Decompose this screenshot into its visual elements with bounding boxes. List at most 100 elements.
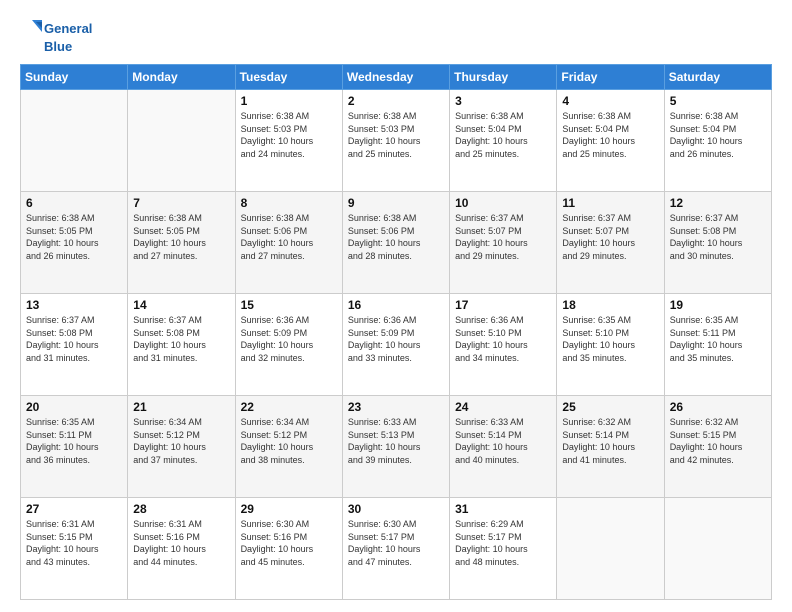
calendar-cell: 3Sunrise: 6:38 AM Sunset: 5:04 PM Daylig… bbox=[450, 90, 557, 192]
day-content: Sunrise: 6:38 AM Sunset: 5:04 PM Dayligh… bbox=[455, 110, 551, 160]
day-content: Sunrise: 6:34 AM Sunset: 5:12 PM Dayligh… bbox=[241, 416, 337, 466]
calendar-header-saturday: Saturday bbox=[664, 65, 771, 90]
logo-text-blue: Blue bbox=[20, 40, 72, 54]
calendar-cell: 27 Sunrise: 6:31 AM Sunset: 5:15 PM Dayli… bbox=[21, 498, 128, 600]
day-content: Sunrise: 6:38 AM Sunset: 5:03 PM Dayligh… bbox=[241, 110, 337, 160]
day-content: Sunrise: 6:38 AM Sunset: 5:04 PM Dayligh… bbox=[670, 110, 766, 160]
calendar-table: SundayMondayTuesdayWednesdayThursdayFrid… bbox=[20, 64, 772, 600]
calendar-cell: 8 Sunrise: 6:38 AM Sunset: 5:06 PM Daylig… bbox=[235, 192, 342, 294]
day-number: 4 bbox=[562, 94, 658, 108]
calendar-cell: 1 Sunrise: 6:38 AM Sunset: 5:03 PM Daylig… bbox=[235, 90, 342, 192]
calendar-cell: 20 Sunrise: 6:35 AM Sunset: 5:11 PM Dayli… bbox=[21, 396, 128, 498]
day-content: Sunrise: 6:37 AM Sunset: 5:07 PM Dayligh… bbox=[455, 212, 551, 262]
calendar-cell: 28 Sunrise: 6:31 AM Sunset: 5:16 PM Dayli… bbox=[128, 498, 235, 600]
day-content: Sunrise: 6:37 AM Sunset: 5:07 PM Dayligh… bbox=[562, 212, 658, 262]
calendar-cell bbox=[664, 498, 771, 600]
logo-bird-icon bbox=[20, 18, 42, 40]
calendar-header-tuesday: Tuesday bbox=[235, 65, 342, 90]
day-content: Sunrise: 6:33 AM Sunset: 5:13 PM Dayligh… bbox=[348, 416, 444, 466]
day-content: Sunrise: 6:31 AM Sunset: 5:15 PM Dayligh… bbox=[26, 518, 122, 568]
day-number: 24 bbox=[455, 400, 551, 414]
header: General Blue bbox=[20, 18, 772, 54]
day-number: 9 bbox=[348, 196, 444, 210]
day-content: Sunrise: 6:37 AM Sunset: 5:08 PM Dayligh… bbox=[26, 314, 122, 364]
calendar-cell: 15 Sunrise: 6:36 AM Sunset: 5:09 PM Dayli… bbox=[235, 294, 342, 396]
day-number: 11 bbox=[562, 196, 658, 210]
day-number: 14 bbox=[133, 298, 229, 312]
day-content: Sunrise: 6:36 AM Sunset: 5:09 PM Dayligh… bbox=[348, 314, 444, 364]
day-number: 13 bbox=[26, 298, 122, 312]
calendar-cell: 5 Sunrise: 6:38 AM Sunset: 5:04 PM Daylig… bbox=[664, 90, 771, 192]
calendar-header-friday: Friday bbox=[557, 65, 664, 90]
calendar-cell: 26 Sunrise: 6:32 AM Sunset: 5:15 PM Dayli… bbox=[664, 396, 771, 498]
calendar-cell: 25 Sunrise: 6:32 AM Sunset: 5:14 PM Dayli… bbox=[557, 396, 664, 498]
day-content: Sunrise: 6:32 AM Sunset: 5:15 PM Dayligh… bbox=[670, 416, 766, 466]
calendar-week-2: 6 Sunrise: 6:38 AM Sunset: 5:05 PM Daylig… bbox=[21, 192, 772, 294]
day-number: 25 bbox=[562, 400, 658, 414]
day-content: Sunrise: 6:32 AM Sunset: 5:14 PM Dayligh… bbox=[562, 416, 658, 466]
calendar-cell bbox=[128, 90, 235, 192]
calendar-week-5: 27 Sunrise: 6:31 AM Sunset: 5:15 PM Dayli… bbox=[21, 498, 772, 600]
day-content: Sunrise: 6:35 AM Sunset: 5:11 PM Dayligh… bbox=[26, 416, 122, 466]
day-number: 31 bbox=[455, 502, 551, 516]
calendar-cell: 31Sunrise: 6:29 AM Sunset: 5:17 PM Dayli… bbox=[450, 498, 557, 600]
calendar-week-1: 1 Sunrise: 6:38 AM Sunset: 5:03 PM Daylig… bbox=[21, 90, 772, 192]
calendar-cell bbox=[557, 498, 664, 600]
day-number: 26 bbox=[670, 400, 766, 414]
calendar-header-monday: Monday bbox=[128, 65, 235, 90]
day-number: 12 bbox=[670, 196, 766, 210]
day-number: 2 bbox=[348, 94, 444, 108]
calendar-cell: 2 Sunrise: 6:38 AM Sunset: 5:03 PM Daylig… bbox=[342, 90, 449, 192]
day-number: 30 bbox=[348, 502, 444, 516]
calendar-cell: 6 Sunrise: 6:38 AM Sunset: 5:05 PM Daylig… bbox=[21, 192, 128, 294]
day-number: 15 bbox=[241, 298, 337, 312]
calendar-week-3: 13 Sunrise: 6:37 AM Sunset: 5:08 PM Dayli… bbox=[21, 294, 772, 396]
calendar-cell: 11 Sunrise: 6:37 AM Sunset: 5:07 PM Dayli… bbox=[557, 192, 664, 294]
calendar-cell: 14Sunrise: 6:37 AM Sunset: 5:08 PM Dayli… bbox=[128, 294, 235, 396]
day-content: Sunrise: 6:36 AM Sunset: 5:10 PM Dayligh… bbox=[455, 314, 551, 364]
day-number: 5 bbox=[670, 94, 766, 108]
day-content: Sunrise: 6:30 AM Sunset: 5:16 PM Dayligh… bbox=[241, 518, 337, 568]
calendar-header-row: SundayMondayTuesdayWednesdayThursdayFrid… bbox=[21, 65, 772, 90]
day-content: Sunrise: 6:31 AM Sunset: 5:16 PM Dayligh… bbox=[133, 518, 229, 568]
calendar-cell: 19 Sunrise: 6:35 AM Sunset: 5:11 PM Dayli… bbox=[664, 294, 771, 396]
day-content: Sunrise: 6:38 AM Sunset: 5:06 PM Dayligh… bbox=[348, 212, 444, 262]
day-number: 8 bbox=[241, 196, 337, 210]
calendar-cell: 24Sunrise: 6:33 AM Sunset: 5:14 PM Dayli… bbox=[450, 396, 557, 498]
day-content: Sunrise: 6:38 AM Sunset: 5:06 PM Dayligh… bbox=[241, 212, 337, 262]
day-content: Sunrise: 6:35 AM Sunset: 5:11 PM Dayligh… bbox=[670, 314, 766, 364]
page: General Blue SundayMondayTuesdayWednesda… bbox=[0, 0, 792, 612]
calendar-cell: 17 Sunrise: 6:36 AM Sunset: 5:10 PM Dayli… bbox=[450, 294, 557, 396]
calendar-cell: 13 Sunrise: 6:37 AM Sunset: 5:08 PM Dayli… bbox=[21, 294, 128, 396]
day-number: 6 bbox=[26, 196, 122, 210]
day-number: 22 bbox=[241, 400, 337, 414]
calendar-header-sunday: Sunday bbox=[21, 65, 128, 90]
calendar-header-wednesday: Wednesday bbox=[342, 65, 449, 90]
calendar-cell: 16Sunrise: 6:36 AM Sunset: 5:09 PM Dayli… bbox=[342, 294, 449, 396]
calendar-cell bbox=[21, 90, 128, 192]
calendar-week-4: 20 Sunrise: 6:35 AM Sunset: 5:11 PM Dayli… bbox=[21, 396, 772, 498]
day-number: 18 bbox=[562, 298, 658, 312]
calendar-header-thursday: Thursday bbox=[450, 65, 557, 90]
day-number: 17 bbox=[455, 298, 551, 312]
calendar-cell: 18 Sunrise: 6:35 AM Sunset: 5:10 PM Dayli… bbox=[557, 294, 664, 396]
day-number: 28 bbox=[133, 502, 229, 516]
day-content: Sunrise: 6:38 AM Sunset: 5:05 PM Dayligh… bbox=[26, 212, 122, 262]
day-content: Sunrise: 6:36 AM Sunset: 5:09 PM Dayligh… bbox=[241, 314, 337, 364]
day-content: Sunrise: 6:38 AM Sunset: 5:03 PM Dayligh… bbox=[348, 110, 444, 160]
day-number: 1 bbox=[241, 94, 337, 108]
day-number: 27 bbox=[26, 502, 122, 516]
calendar-cell: 21Sunrise: 6:34 AM Sunset: 5:12 PM Dayli… bbox=[128, 396, 235, 498]
logo: General Blue bbox=[20, 18, 92, 54]
day-number: 21 bbox=[133, 400, 229, 414]
day-content: Sunrise: 6:35 AM Sunset: 5:10 PM Dayligh… bbox=[562, 314, 658, 364]
calendar-cell: 9 Sunrise: 6:38 AM Sunset: 5:06 PM Daylig… bbox=[342, 192, 449, 294]
day-number: 20 bbox=[26, 400, 122, 414]
logo-text-general: General bbox=[44, 22, 92, 36]
day-number: 29 bbox=[241, 502, 337, 516]
day-content: Sunrise: 6:38 AM Sunset: 5:04 PM Dayligh… bbox=[562, 110, 658, 160]
day-content: Sunrise: 6:30 AM Sunset: 5:17 PM Dayligh… bbox=[348, 518, 444, 568]
day-number: 19 bbox=[670, 298, 766, 312]
calendar-cell: 4 Sunrise: 6:38 AM Sunset: 5:04 PM Daylig… bbox=[557, 90, 664, 192]
calendar-cell: 23Sunrise: 6:33 AM Sunset: 5:13 PM Dayli… bbox=[342, 396, 449, 498]
